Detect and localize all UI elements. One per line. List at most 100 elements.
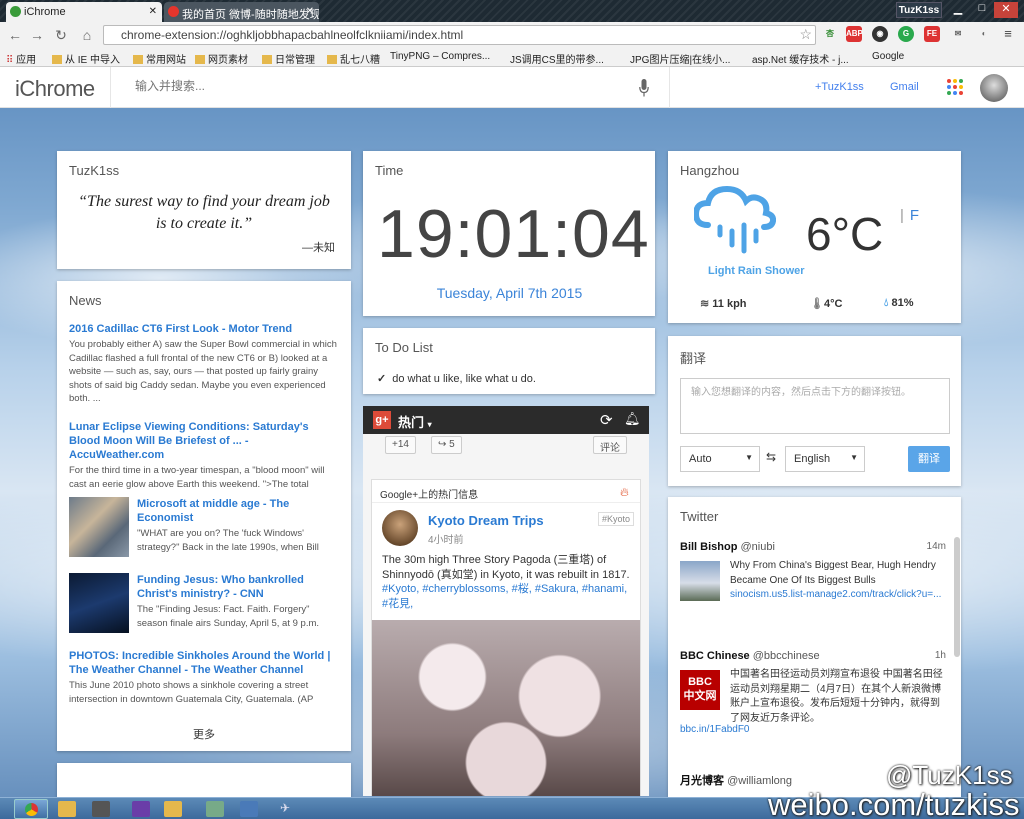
google-plus-profile-link[interactable]: +TuzK1ss [815,81,864,93]
translate-input[interactable]: 输入您想翻译的内容，然后点击下方的翻译按钮。 [680,378,950,434]
checkmark-icon[interactable]: ✓ [377,373,386,385]
todo-card: To Do List ✓ do what u like, like what u … [363,328,655,394]
news-headline[interactable]: Funding Jesus: Who bankrolled Christ's m… [137,573,337,601]
apps-grid-icon[interactable] [947,79,963,95]
post-author[interactable]: Kyoto Dream Trips [428,513,544,528]
card-title: TuzK1ss [69,163,120,178]
card-title: Twitter [680,509,719,524]
close-tab-icon[interactable]: ✕ [306,6,314,17]
twitter-scrollbar[interactable] [954,537,960,657]
bookmark-star-icon[interactable]: ☆ [799,26,812,43]
news-thumbnail[interactable] [69,573,129,633]
tweet: BBC Chinese @bbcchinese 1h BBC 中文网 中国著名田径… [680,650,946,735]
news-thumbnail[interactable] [69,497,129,557]
ext-icon-1[interactable]: 杏 [822,26,838,42]
bell-icon[interactable]: 🔔︎ [624,411,641,427]
news-headline[interactable]: Microsoft at middle age - The Economist [137,497,337,525]
address-bar[interactable]: chrome-extension://oghkljobbhapacbahlneo… [103,25,816,45]
mail-icon[interactable]: ✉ [950,26,966,42]
url-text: chrome-extension://oghkljobbhapacbahlneo… [121,28,464,42]
ext-icon-7[interactable]: ◐ [976,26,992,42]
refresh-icon[interactable]: ⟳ [600,411,613,429]
search-input[interactable] [135,79,615,93]
post-text: The 30m high Three Story Pagoda (三重塔) of… [382,554,630,610]
post-time: 4小时前 [428,535,464,546]
menu-icon[interactable]: ≡ [1000,26,1016,42]
news-headline[interactable]: PHOTOS: Incredible Sinkholes Around the … [69,649,337,677]
bookmark-jpg[interactable]: JPG图片压缩|在线小... [630,51,730,66]
bookmark-google[interactable]: Google [872,51,904,62]
quote-text: “The surest way to find your dream job i… [78,193,330,232]
adblock-icon[interactable]: ABP [846,26,863,42]
taskbar-app-icon[interactable]: ✈ [280,801,298,817]
visual-studio-taskbar-icon[interactable] [132,801,150,817]
explorer-taskbar-icon[interactable] [58,801,76,817]
weibo-favicon-icon [168,6,179,17]
taskbar-app-icon[interactable] [92,801,110,817]
post-image[interactable] [372,620,640,796]
taskbar-app-icon[interactable] [206,801,224,817]
bookmark-folder[interactable]: 从 IE 中导入 [52,51,120,66]
reload-icon[interactable]: ↻ [52,26,70,44]
news-headline[interactable]: 2016 Cadillac CT6 First Look - Motor Tre… [69,322,337,336]
news-item: PHOTOS: Incredible Sinkholes Around the … [69,649,337,706]
tweet-author[interactable]: BBC Chinese @bbcchinese [680,650,944,662]
avatar[interactable] [980,74,1008,102]
home-icon[interactable]: ⌂ [78,26,96,44]
bookmark-folder[interactable]: 日常管理 [262,51,315,66]
window-close-icon[interactable]: ✕ [994,2,1018,18]
wind-stat: ≋ 11 kph [700,298,747,310]
clock-display: 19:01:04 [377,196,650,272]
bookmark-js[interactable]: JS调用CS里的带参... [510,51,604,66]
bookmark-folder[interactable]: 乱七八糟 [327,51,380,66]
folder-taskbar-icon[interactable] [164,801,182,817]
ext-icon-3[interactable]: ◉ [872,26,888,42]
bookmark-apps[interactable]: ⠿ 应用 [6,51,36,66]
forward-icon[interactable]: → [28,26,46,44]
news-item: 2016 Cadillac CT6 First Look - Motor Tre… [69,322,337,406]
comment-button[interactable]: 评论 [593,436,627,454]
share-button[interactable]: ↪ 5 [431,436,462,454]
close-tab-icon[interactable]: ✕ [149,6,157,17]
target-language-select[interactable]: English ▼ [785,446,865,472]
chrome-taskbar-button[interactable] [14,799,48,819]
twitter-card: Twitter Bill Bishop @niubi 14m Why From … [668,497,961,797]
grammarly-icon[interactable]: G [898,26,914,42]
maximize-icon[interactable]: □ [970,2,994,18]
microphone-icon[interactable] [639,79,649,97]
minimize-icon[interactable]: ▁ [946,2,970,18]
plus-one-button[interactable]: +14 [385,436,416,454]
post-tag[interactable]: #Kyoto [598,512,635,526]
tab-weibo[interactable]: 我的首页 微博-随时随地发现 ✕ [164,2,319,22]
tweet-avatar[interactable] [680,561,720,601]
section-label: Google+上的热门信息 [380,490,479,501]
source-language-select[interactable]: Auto ▼ [680,446,760,472]
translate-card: 翻译 输入您想翻译的内容，然后点击下方的翻译按钮。 Auto ▼ ⇆ Englis… [668,336,961,486]
fe-extension-icon[interactable]: FE [924,26,940,42]
tab-ichrome[interactable]: iChrome ✕ [6,2,162,22]
bookmark-folder[interactable]: 网页素材 [195,51,248,66]
todo-item[interactable]: ✓ do what u like, like what u do. [377,372,536,385]
news-headline[interactable]: Lunar Eclipse Viewing Conditions: Saturd… [69,420,337,462]
tweet-author[interactable]: Bill Bishop @niubi [680,541,944,553]
bookmark-tinypng[interactable]: TinyPNG – Compres... [390,51,490,62]
bookmark-aspnet[interactable]: asp.Net 缓存技术 - j... [752,51,849,66]
gplus-header: g+ 热门 ▾ ⟳ 🔔︎ [363,406,649,434]
more-news-link[interactable]: 更多 [57,726,351,742]
card-title: 翻译 [680,351,707,366]
author-avatar[interactable] [382,510,418,546]
gplus-hot-dropdown[interactable]: 热门 ▾ [398,412,432,431]
gmail-link[interactable]: Gmail [890,81,919,93]
back-icon[interactable]: ← [6,26,24,44]
bookmark-folder[interactable]: 常用网站 [133,51,186,66]
translate-button[interactable]: 翻译 [908,446,950,472]
news-snippet: The "Finding Jesus: Fact. Faith. Forgery… [137,604,320,629]
post-hashtags[interactable]: #Kyoto, #cherryblossoms, #桜, #Sakura, #h… [382,583,627,610]
swap-languages-icon[interactable]: ⇆ [766,450,776,464]
bbc-avatar[interactable]: BBC 中文网 [680,670,720,710]
profile-name-badge[interactable]: TuzK1ss [896,2,942,18]
tweet-link[interactable]: bbc.in/1FabdF0 [680,724,750,735]
unit-toggle[interactable]: | F [900,207,919,224]
taskbar-app-icon[interactable] [240,801,258,817]
news-snippet: "WHAT are you on? The 'fuck Windows' str… [137,528,319,553]
